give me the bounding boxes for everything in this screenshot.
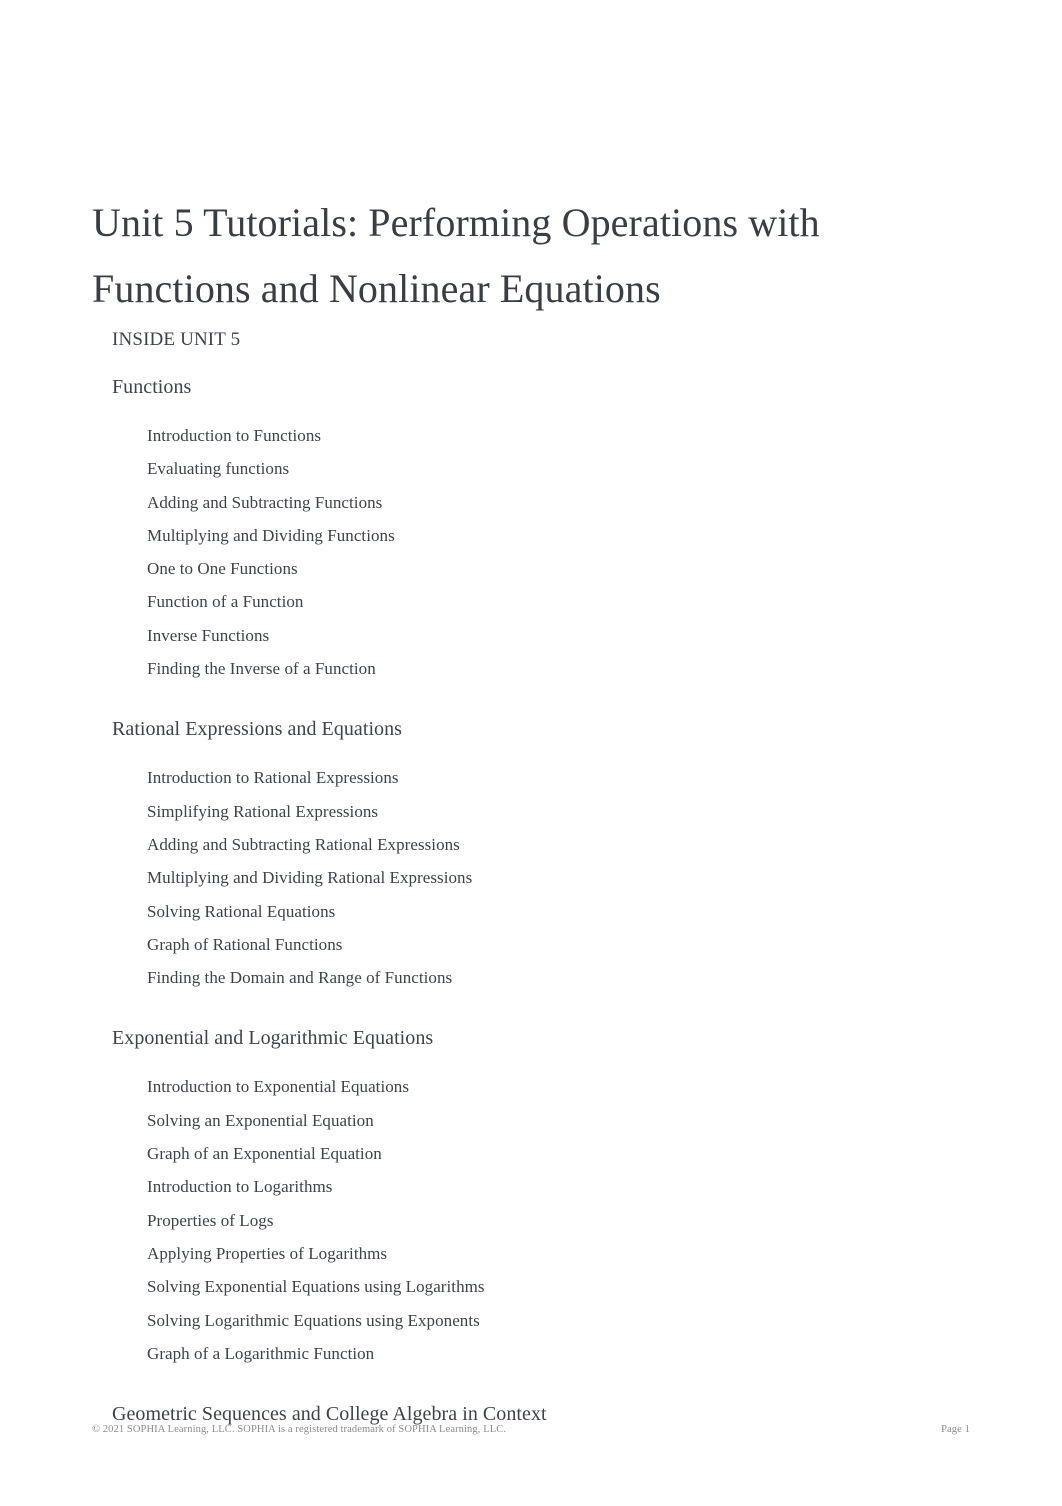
tutorial-list-item[interactable]: Inverse Functions — [147, 619, 932, 652]
section-group: Rational Expressions and Equations Introd… — [112, 715, 932, 994]
tutorial-list-item[interactable]: Introduction to Rational Expressions — [147, 761, 932, 794]
tutorial-list-item[interactable]: Solving Rational Equations — [147, 895, 932, 928]
page-footer: © 2021 SOPHIA Learning, LLC. SOPHIA is a… — [92, 1423, 970, 1437]
tutorial-list-item[interactable]: Introduction to Functions — [147, 419, 932, 452]
document-body: INSIDE UNIT 5 Functions Introduction to F… — [112, 326, 932, 1446]
tutorial-list-item[interactable]: Solving an Exponential Equation — [147, 1104, 932, 1137]
footer-page-number: Page 1 — [941, 1424, 970, 1435]
tutorial-list-item[interactable]: Introduction to Exponential Equations — [147, 1070, 932, 1103]
tutorial-list-item[interactable]: Multiplying and Dividing Functions — [147, 519, 932, 552]
tutorial-list-item[interactable]: Properties of Logs — [147, 1204, 932, 1237]
document-page: Unit 5 Tutorials: Performing Operations … — [0, 0, 1062, 1506]
tutorial-list-item[interactable]: Simplifying Rational Expressions — [147, 795, 932, 828]
tutorial-list: Introduction to Exponential Equations Sol… — [112, 1070, 932, 1370]
section-group: Functions Introduction to Functions Evalua… — [112, 373, 932, 685]
tutorial-list-item[interactable]: Applying Properties of Logarithms — [147, 1237, 932, 1270]
section-heading: Functions — [112, 376, 192, 398]
inside-unit-label: INSIDE UNIT 5 — [112, 329, 241, 350]
tutorial-list-item[interactable]: Function of a Function — [147, 585, 932, 618]
tutorial-list-item[interactable]: Adding and Subtracting Rational Expressi… — [147, 828, 932, 861]
tutorial-list-item[interactable]: Introduction to Logarithms — [147, 1170, 932, 1203]
section-heading: Exponential and Logarithmic Equations — [112, 1027, 434, 1050]
tutorial-list-item[interactable]: One to One Functions — [147, 552, 932, 585]
tutorial-list-item[interactable]: Graph of a Logarithmic Function — [147, 1337, 932, 1370]
page-title: Unit 5 Tutorials: Performing Operations … — [92, 199, 820, 311]
tutorial-list-item[interactable]: Graph of an Exponential Equation — [147, 1137, 932, 1170]
section-heading: Rational Expressions and Equations — [112, 718, 402, 741]
section-list: Functions Introduction to Functions Evalua… — [112, 373, 932, 1428]
tutorial-list-item[interactable]: Graph of Rational Functions — [147, 928, 932, 961]
footer-copyright: © 2021 SOPHIA Learning, LLC. SOPHIA is a… — [92, 1424, 507, 1435]
tutorial-list-item[interactable]: Multiplying and Dividing Rational Expres… — [147, 861, 932, 894]
tutorial-list-item[interactable]: Finding the Domain and Range of Function… — [147, 961, 932, 994]
tutorial-list-item[interactable]: Solving Exponential Equations using Loga… — [147, 1270, 932, 1303]
tutorial-list: Introduction to Functions Evaluating func… — [112, 419, 932, 685]
tutorial-list-item[interactable]: Adding and Subtracting Functions — [147, 486, 932, 519]
section-group: Exponential and Logarithmic Equations Int… — [112, 1024, 932, 1370]
tutorial-list-item[interactable]: Solving Logarithmic Equations using Expo… — [147, 1304, 932, 1337]
tutorial-list-item[interactable]: Finding the Inverse of a Function — [147, 652, 932, 685]
tutorial-list: Introduction to Rational Expressions Simp… — [112, 761, 932, 994]
tutorial-list-item[interactable]: Evaluating functions — [147, 452, 932, 485]
